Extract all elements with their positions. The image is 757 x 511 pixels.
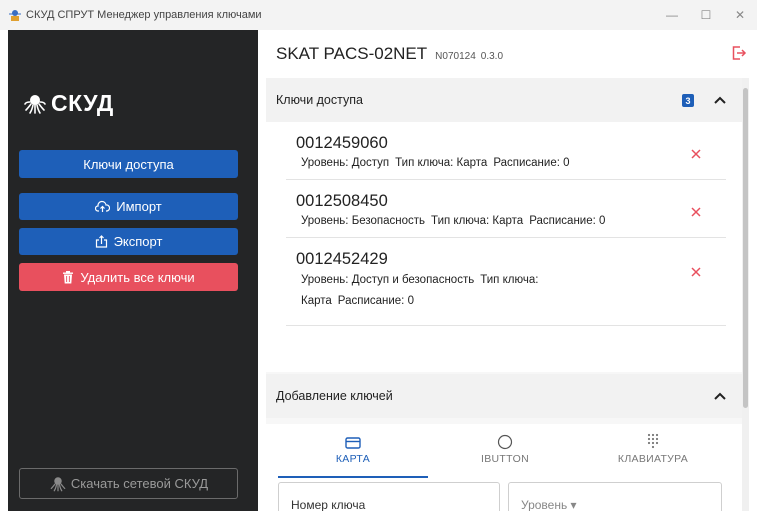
key-item: 0012452429 Уровень: Доступ и безопасност… bbox=[286, 244, 726, 326]
brand-name: СКУД bbox=[51, 90, 114, 116]
add-keys-section-header[interactable]: Добавление ключей bbox=[266, 374, 742, 418]
export-label: Экспорт bbox=[113, 234, 163, 249]
key-item: 0012459060 Уровень: Доступ Тип ключа: Кар… bbox=[286, 128, 726, 180]
add-keys-section-title: Добавление ключей bbox=[276, 389, 393, 403]
trash-icon bbox=[62, 270, 74, 284]
delete-key-icon[interactable] bbox=[690, 206, 702, 218]
logout-icon[interactable] bbox=[731, 45, 747, 61]
maximize-button[interactable]: ☐ bbox=[689, 0, 723, 30]
title-bar: СКУД СПРУТ Менеджер управления ключами —… bbox=[0, 0, 757, 30]
access-keys-label: Ключи доступа bbox=[83, 156, 174, 172]
key-number: 0012452429 bbox=[296, 250, 388, 268]
key-level: Уровень: Безопасность bbox=[301, 215, 426, 227]
minimize-button[interactable]: — bbox=[655, 0, 689, 30]
key-details: Уровень: Безопасность Тип ключа: Карта Рас… bbox=[301, 211, 661, 232]
card-icon bbox=[345, 430, 361, 450]
key-type: Тип ключа: Карта bbox=[431, 215, 524, 227]
panel-area: Ключи доступа 3 0012459060 Уровень: Дост… bbox=[266, 78, 749, 511]
chevron-up-icon[interactable] bbox=[712, 388, 728, 404]
import-label: Импорт bbox=[116, 199, 162, 214]
key-number: 0012508450 bbox=[296, 192, 388, 210]
device-serial: N070124 bbox=[435, 50, 476, 62]
key-level: Уровень: Доступ bbox=[301, 157, 390, 169]
active-tab-indicator bbox=[278, 476, 428, 478]
delete-key-icon[interactable] bbox=[690, 148, 702, 160]
tab-card-label: КАРТА bbox=[335, 453, 371, 465]
key-details: Уровень: Доступ Тип ключа: Карта Расписани… bbox=[301, 153, 661, 174]
scrollbar-thumb[interactable] bbox=[743, 88, 748, 408]
key-details: Уровень: Доступ и безопасность Тип ключа:… bbox=[301, 270, 611, 312]
delete-key-icon[interactable] bbox=[690, 266, 702, 278]
key-type: Тип ключа: Карта bbox=[395, 157, 488, 169]
export-button[interactable]: Экспорт bbox=[19, 228, 238, 255]
key-level: Уровень: Доступ и безопасность bbox=[301, 274, 475, 286]
key-schedule: Расписание: 0 bbox=[337, 295, 414, 307]
key-number: 0012459060 bbox=[296, 134, 388, 152]
key-number-input[interactable]: Номер ключа bbox=[278, 482, 500, 511]
sidebar: СКУД Ключи доступа Импорт Экспорт Удалит… bbox=[8, 30, 258, 511]
cloud-upload-icon bbox=[95, 200, 111, 213]
keypad-icon bbox=[646, 430, 660, 450]
device-header: SKAT PACS-02NET N070124 0.3.0 bbox=[258, 30, 757, 78]
device-version: 0.3.0 bbox=[480, 50, 504, 62]
download-network-skud-button[interactable]: Скачать сетевой СКУД bbox=[19, 468, 238, 499]
tab-ibutton[interactable]: IBUTTON bbox=[430, 430, 580, 480]
app-icon bbox=[8, 8, 22, 22]
window-controls: — ☐ ✕ bbox=[655, 0, 757, 30]
keys-list: 0012459060 Уровень: Доступ Тип ключа: Кар… bbox=[266, 122, 742, 372]
tab-ibutton-label: IBUTTON bbox=[481, 453, 529, 465]
keys-section-header[interactable]: Ключи доступа 3 bbox=[266, 78, 742, 122]
access-keys-button[interactable]: Ключи доступа bbox=[19, 150, 238, 178]
tab-keypad-label: КЛАВИАТУРА bbox=[617, 453, 689, 465]
main-content: SKAT PACS-02NET N070124 0.3.0 Ключи дост… bbox=[258, 30, 757, 511]
import-button[interactable]: Импорт bbox=[19, 193, 238, 220]
window-title: СКУД СПРУТ Менеджер управления ключами bbox=[26, 9, 262, 21]
key-schedule: Расписание: 0 bbox=[493, 157, 570, 169]
tab-card[interactable]: КАРТА bbox=[278, 430, 428, 480]
close-window-button[interactable]: ✕ bbox=[723, 0, 757, 30]
octopus-icon bbox=[49, 475, 67, 493]
keys-section-title: Ключи доступа bbox=[276, 93, 363, 107]
circle-icon bbox=[497, 430, 513, 450]
brand-logo: СКУД bbox=[23, 90, 114, 117]
delete-all-keys-button[interactable]: Удалить все ключи bbox=[19, 263, 238, 291]
level-select[interactable]: Уровень ▾ bbox=[508, 482, 722, 511]
device-name: SKAT PACS-02NET bbox=[276, 44, 428, 63]
scrollbar[interactable] bbox=[742, 78, 749, 511]
keys-count-badge: 3 bbox=[682, 94, 694, 107]
octopus-logo-icon bbox=[23, 92, 47, 116]
download-label: Скачать сетевой СКУД bbox=[70, 476, 209, 491]
tab-keypad[interactable]: КЛАВИАТУРА bbox=[578, 430, 728, 480]
key-schedule: Расписание: 0 bbox=[529, 215, 606, 227]
delete-all-keys-label: Удалить все ключи bbox=[80, 269, 195, 285]
chevron-up-icon[interactable] bbox=[712, 92, 728, 108]
key-item: 0012508450 Уровень: Безопасность Тип ключ… bbox=[286, 186, 726, 238]
export-box-icon bbox=[95, 235, 108, 248]
